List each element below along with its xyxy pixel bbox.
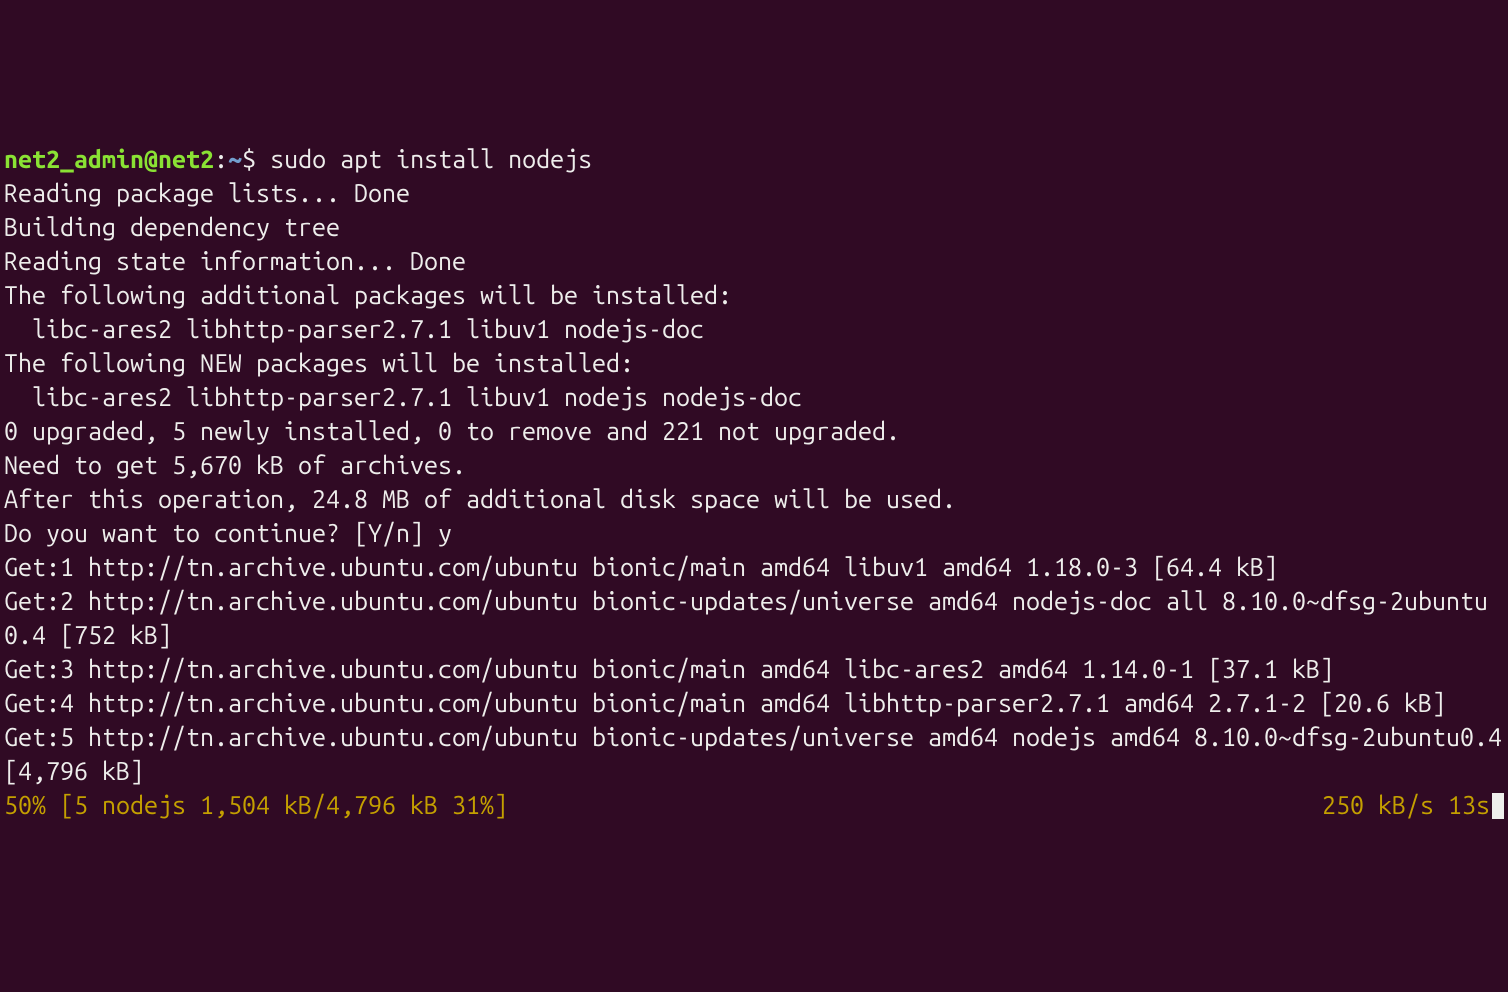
output-line: Reading state information... Done [4, 244, 1504, 278]
command-input[interactable]: sudo apt install nodejs [270, 145, 592, 173]
prompt-host: net2 [158, 145, 214, 173]
output-line: The following additional packages will b… [4, 278, 1504, 312]
output-line: Need to get 5,670 kB of archives. [4, 448, 1504, 482]
cursor [1492, 793, 1504, 819]
output-line: Do you want to continue? [Y/n] y [4, 516, 1504, 550]
output-line: Get:4 http://tn.archive.ubuntu.com/ubunt… [4, 686, 1504, 720]
output-line: Get:2 http://tn.archive.ubuntu.com/ubunt… [4, 584, 1504, 652]
output-line: Get:5 http://tn.archive.ubuntu.com/ubunt… [4, 720, 1504, 788]
progress-line: 50% [5 nodejs 1,504 kB/4,796 kB 31%] 250 … [4, 788, 1504, 822]
prompt-user: net2_admin [4, 145, 144, 173]
output-line: libc-ares2 libhttp-parser2.7.1 libuv1 no… [4, 380, 1504, 414]
output-line: Get:3 http://tn.archive.ubuntu.com/ubunt… [4, 652, 1504, 686]
output-line: Reading package lists... Done [4, 176, 1504, 210]
output-line: Building dependency tree [4, 210, 1504, 244]
output-line: libc-ares2 libhttp-parser2.7.1 libuv1 no… [4, 312, 1504, 346]
prompt-line: net2_admin@net2:~$ sudo apt install node… [4, 142, 1504, 176]
progress-left: 50% [5 nodejs 1,504 kB/4,796 kB 31%] [4, 788, 508, 822]
progress-speed-eta: 250 kB/s 13s [1322, 791, 1490, 819]
output-line: The following NEW packages will be insta… [4, 346, 1504, 380]
progress-right: 250 kB/s 13s [1322, 788, 1504, 822]
terminal-window[interactable]: net2_admin@net2:~$ sudo apt install node… [4, 142, 1504, 822]
prompt-path: ~ [228, 145, 242, 173]
output-line: Get:1 http://tn.archive.ubuntu.com/ubunt… [4, 550, 1504, 584]
output-line: 0 upgraded, 5 newly installed, 0 to remo… [4, 414, 1504, 448]
prompt-colon: : [214, 145, 228, 173]
output-line: After this operation, 24.8 MB of additio… [4, 482, 1504, 516]
prompt-dollar: $ [242, 145, 256, 173]
prompt-at: @ [144, 145, 158, 173]
